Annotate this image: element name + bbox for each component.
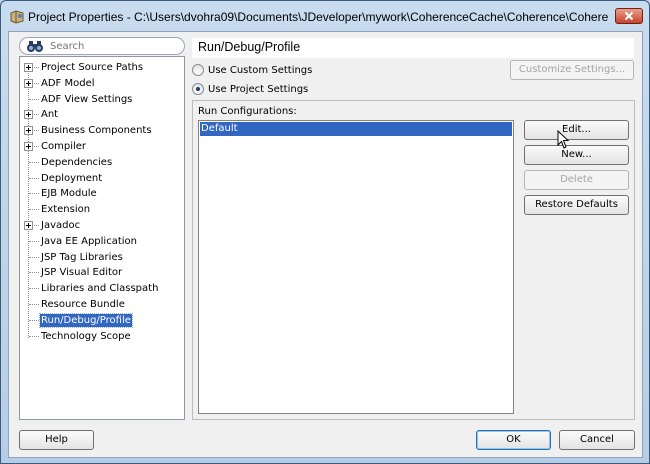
- cancel-button[interactable]: Cancel: [559, 430, 635, 450]
- tree-item-label: EJB Module: [41, 188, 97, 200]
- tree-item-label: ADF Model: [41, 77, 95, 89]
- mouse-pointer-icon: [557, 130, 570, 149]
- tree-item[interactable]: Javadoc: [20, 218, 184, 233]
- tree-item-label: Libraries and Classpath: [41, 283, 159, 295]
- tree-item[interactable]: Ant: [20, 107, 184, 122]
- tree-connector: [29, 304, 39, 305]
- tree-item[interactable]: Deployment: [20, 171, 184, 186]
- tree-item[interactable]: Project Source Paths: [20, 60, 184, 75]
- category-tree[interactable]: Project Source Paths ADF Model ADF View Se…: [19, 56, 185, 420]
- tree-item-label: Business Components: [41, 125, 152, 137]
- expand-plus-icon[interactable]: [24, 126, 33, 136]
- help-button[interactable]: Help: [19, 430, 94, 450]
- window-title: Project Properties - C:\Users\dvohra09\D…: [28, 10, 608, 24]
- tree-item-label: JSP Visual Editor: [41, 267, 123, 279]
- run-configurations-list[interactable]: Default: [198, 120, 514, 414]
- expand-plus-icon[interactable]: [24, 221, 33, 230]
- title-bar[interactable]: Project Properties - C:\Users\dvohra09\D…: [1, 1, 649, 31]
- tree-item[interactable]: Extension: [20, 202, 184, 217]
- new-button[interactable]: New...: [524, 145, 629, 165]
- tree-connector: [29, 98, 39, 100]
- tree-item-label: Compiler: [41, 141, 87, 152]
- tree-connector: [29, 193, 39, 195]
- tree-item-label: Javadoc: [41, 220, 81, 231]
- close-button[interactable]: [615, 8, 643, 24]
- tree-connector: [29, 256, 39, 258]
- tree-connector: [29, 288, 39, 290]
- tree-item[interactable]: JSP Visual Editor: [20, 265, 184, 280]
- tree-item-label: Project Source Paths: [41, 62, 144, 73]
- binoculars-icon: [27, 41, 43, 52]
- tree-connector: [29, 161, 39, 163]
- tree-item[interactable]: ADF Model: [20, 76, 184, 91]
- use-custom-settings-radio[interactable]: Use Custom Settings: [192, 62, 312, 78]
- tree-item[interactable]: Libraries and Classpath: [20, 281, 184, 296]
- app-icon: [10, 10, 24, 24]
- tree-item[interactable]: JSP Tag Libraries: [20, 250, 184, 265]
- close-icon: [624, 11, 634, 21]
- customize-settings-button[interactable]: Customize Settings...: [510, 60, 634, 80]
- tree-item[interactable]: ADF View Settings: [20, 92, 184, 107]
- use-project-settings-radio[interactable]: Use Project Settings: [192, 81, 308, 97]
- tree-connector: [29, 240, 39, 242]
- tree-item-label: Technology Scope: [41, 330, 131, 342]
- tree-item-label: JSP Tag Libraries: [41, 251, 123, 263]
- search-box[interactable]: [19, 37, 185, 55]
- ok-button[interactable]: OK: [476, 430, 551, 450]
- tree-item[interactable]: Java EE Application: [20, 234, 184, 249]
- tree-item-label: Extension: [41, 204, 91, 216]
- expand-plus-icon[interactable]: [24, 110, 33, 120]
- use-project-settings-label: Use Project Settings: [208, 83, 309, 95]
- tree-item-label: Deployment: [41, 172, 103, 184]
- tree-connector: [29, 335, 39, 337]
- tree-item[interactable]: Resource Bundle: [20, 297, 184, 312]
- delete-button[interactable]: Delete: [524, 170, 629, 190]
- tree-connector: [29, 177, 39, 179]
- tree-item[interactable]: Dependencies: [20, 155, 184, 170]
- tree-item-label: Java EE Application: [41, 235, 137, 247]
- tree-item-label: Run/Debug/Profile: [39, 312, 133, 328]
- tree-connector: [29, 209, 39, 211]
- project-properties-dialog: Project Properties - C:\Users\dvohra09\D…: [0, 0, 650, 464]
- tree-connector: [29, 319, 39, 321]
- tree-item[interactable]: Compiler: [20, 139, 184, 154]
- page-title: Run/Debug/Profile: [192, 38, 634, 58]
- tree-item[interactable]: Business Components: [20, 123, 184, 138]
- search-input[interactable]: [50, 40, 180, 53]
- tree-connector: [29, 272, 39, 274]
- tree-item[interactable]: Technology Scope: [20, 329, 184, 344]
- tree-item[interactable]: Run/Debug/Profile: [20, 312, 184, 328]
- expand-plus-icon[interactable]: [24, 63, 33, 72]
- dialog-body: Project Source Paths ADF Model ADF View Se…: [8, 31, 643, 458]
- edit-button[interactable]: Edit...: [524, 120, 629, 140]
- restore-defaults-button[interactable]: Restore Defaults: [524, 195, 629, 215]
- tree-item-label: Dependencies: [41, 156, 113, 168]
- tree-item-label: ADF View Settings: [41, 93, 133, 105]
- expand-plus-icon[interactable]: [24, 78, 33, 88]
- list-item[interactable]: Default: [200, 122, 512, 136]
- run-configurations-label: Run Configurations:: [198, 106, 297, 117]
- radio-checked-icon[interactable]: [192, 83, 204, 95]
- radio-unchecked-icon[interactable]: [192, 64, 204, 76]
- tree-item-label: Ant: [41, 109, 59, 121]
- expand-plus-icon[interactable]: [24, 142, 33, 151]
- tree-item[interactable]: EJB Module: [20, 186, 184, 201]
- tree-item-label: Resource Bundle: [41, 299, 125, 310]
- use-custom-settings-label: Use Custom Settings: [208, 64, 313, 76]
